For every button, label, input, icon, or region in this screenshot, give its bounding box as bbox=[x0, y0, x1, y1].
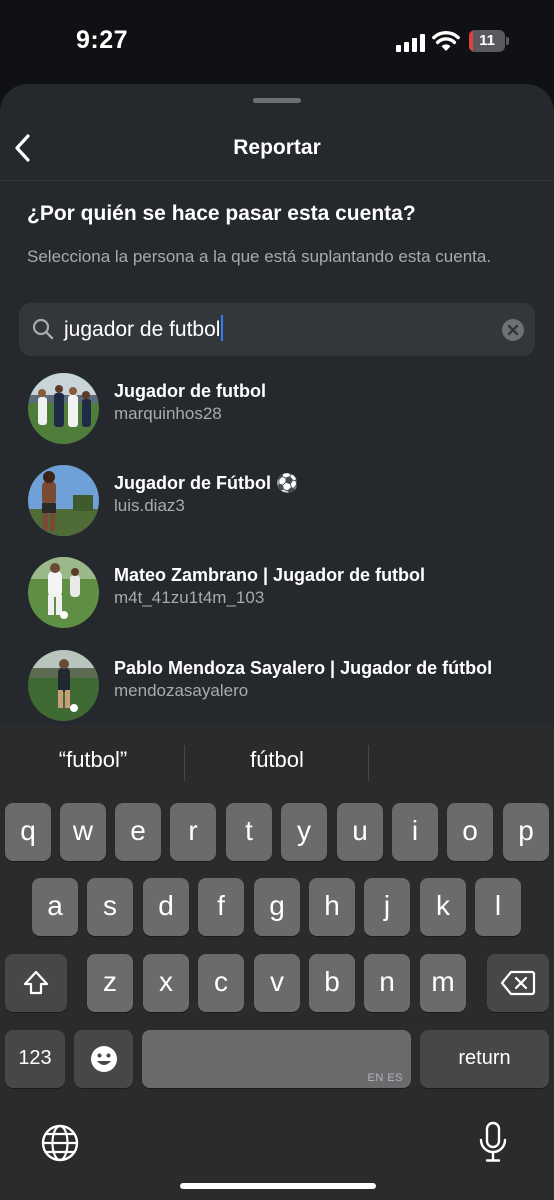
clear-icon[interactable] bbox=[502, 319, 524, 341]
space-language-label: EN ES bbox=[367, 1072, 403, 1084]
result-username: m4t_41zu1t4m_103 bbox=[114, 588, 265, 607]
status-time: 9:27 bbox=[76, 26, 129, 54]
key-t[interactable]: t bbox=[226, 803, 272, 861]
wifi-icon bbox=[432, 30, 460, 51]
key-e[interactable]: e bbox=[115, 803, 161, 861]
result-username: marquinhos28 bbox=[114, 404, 222, 423]
key-b[interactable]: b bbox=[309, 954, 355, 1012]
key-l[interactable]: l bbox=[475, 878, 521, 936]
search-query: jugador de futbol bbox=[64, 318, 221, 341]
text-caret bbox=[221, 315, 224, 341]
suggestion-item[interactable]: fútbol bbox=[196, 747, 358, 773]
search-input[interactable]: jugador de futbol bbox=[64, 315, 224, 345]
avatar bbox=[28, 465, 99, 536]
result-name: Jugador de futbol bbox=[114, 381, 266, 401]
key-d[interactable]: d bbox=[143, 878, 189, 936]
avatar bbox=[28, 373, 99, 444]
search-icon bbox=[32, 318, 54, 340]
avatar bbox=[28, 557, 99, 628]
result-item[interactable]: Jugador de futbol marquinhos28 bbox=[28, 373, 534, 445]
shift-icon bbox=[23, 970, 49, 995]
key-w[interactable]: w bbox=[60, 803, 106, 861]
key-p[interactable]: p bbox=[503, 803, 549, 861]
instruction-text: Selecciona la persona a la que está supl… bbox=[27, 247, 492, 266]
key-c[interactable]: c bbox=[198, 954, 244, 1012]
key-v[interactable]: v bbox=[254, 954, 300, 1012]
result-item[interactable]: Jugador de Fútbol ⚽ luis.diaz3 bbox=[28, 465, 534, 537]
backspace-icon bbox=[500, 970, 536, 996]
header-divider bbox=[0, 180, 554, 181]
backspace-key[interactable] bbox=[487, 954, 549, 1012]
space-key[interactable]: EN ES bbox=[142, 1030, 411, 1088]
suggestion-divider bbox=[184, 745, 185, 781]
home-indicator[interactable] bbox=[180, 1183, 376, 1189]
key-s[interactable]: s bbox=[87, 878, 133, 936]
key-x[interactable]: x bbox=[143, 954, 189, 1012]
sheet-title: Reportar bbox=[233, 136, 321, 159]
key-r[interactable]: r bbox=[170, 803, 216, 861]
key-i[interactable]: i bbox=[392, 803, 438, 861]
result-name: Pablo Mendoza Sayalero | Jugador de fútb… bbox=[114, 658, 493, 678]
key-u[interactable]: u bbox=[337, 803, 383, 861]
key-j[interactable]: j bbox=[364, 878, 410, 936]
shift-key[interactable] bbox=[5, 954, 67, 1012]
numbers-key[interactable]: 123 bbox=[5, 1030, 65, 1088]
globe-icon[interactable] bbox=[40, 1123, 80, 1163]
suggestion-divider bbox=[368, 745, 369, 781]
result-username: mendozasayalero bbox=[114, 681, 249, 700]
key-f[interactable]: f bbox=[198, 878, 244, 936]
key-m[interactable]: m bbox=[420, 954, 466, 1012]
key-q[interactable]: q bbox=[5, 803, 51, 861]
return-key[interactable]: return bbox=[420, 1030, 549, 1088]
key-h[interactable]: h bbox=[309, 878, 355, 936]
key-n[interactable]: n bbox=[364, 954, 410, 1012]
result-item[interactable]: Pablo Mendoza Sayalero | Jugador de fútb… bbox=[28, 650, 534, 722]
signal-icon bbox=[396, 34, 426, 52]
key-o[interactable]: o bbox=[447, 803, 493, 861]
result-item[interactable]: Mateo Zambrano | Jugador de futbol m4t_4… bbox=[28, 557, 534, 629]
status-bar: 9:27 11 bbox=[0, 0, 554, 84]
search-field[interactable]: jugador de futbol bbox=[19, 303, 535, 356]
result-name: Mateo Zambrano | Jugador de futbol bbox=[114, 565, 426, 585]
key-k[interactable]: k bbox=[420, 878, 466, 936]
key-a[interactable]: a bbox=[32, 878, 78, 936]
suggestion-bar: “futbol” fútbol bbox=[0, 725, 554, 799]
key-y[interactable]: y bbox=[281, 803, 327, 861]
result-name: Jugador de Fútbol ⚽ bbox=[114, 473, 299, 493]
microphone-icon[interactable] bbox=[478, 1121, 508, 1163]
question-heading: ¿Por quién se hace pasar esta cuenta? bbox=[27, 202, 416, 225]
key-z[interactable]: z bbox=[87, 954, 133, 1012]
key-g[interactable]: g bbox=[254, 878, 300, 936]
battery-percent: 11 bbox=[479, 32, 495, 49]
report-sheet: Reportar ¿Por quién se hace pasar esta c… bbox=[0, 84, 554, 734]
result-username: luis.diaz3 bbox=[114, 496, 185, 515]
emoji-key[interactable] bbox=[74, 1030, 133, 1088]
sheet-grabber[interactable] bbox=[253, 98, 301, 103]
avatar bbox=[28, 650, 99, 721]
battery-icon: 11 bbox=[469, 30, 509, 52]
emoji-icon bbox=[90, 1046, 117, 1072]
suggestion-item[interactable]: “futbol” bbox=[20, 747, 166, 773]
